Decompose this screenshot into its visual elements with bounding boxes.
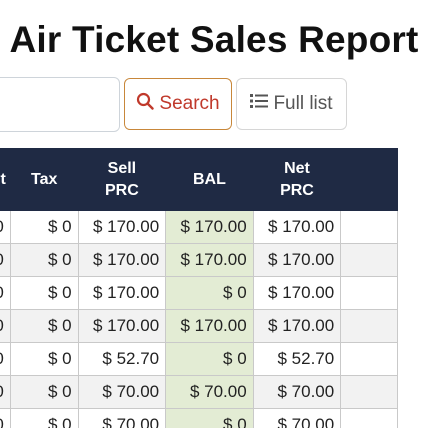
cell-net-prc: $ 70.00 bbox=[252, 408, 342, 428]
cell-bal: $ 170.00 bbox=[165, 210, 254, 244]
page-title: Air Ticket Sales Report bbox=[9, 19, 419, 60]
cell-partial: 00 bbox=[0, 309, 11, 343]
cell-net-prc: $ 170.00 bbox=[252, 276, 342, 310]
cell-net-prc: $ 170.00 bbox=[252, 309, 342, 343]
cell-next bbox=[340, 309, 398, 343]
cell-next bbox=[340, 210, 398, 244]
cell-bal: $ 0 bbox=[165, 276, 254, 310]
search-button[interactable]: Search bbox=[124, 78, 232, 130]
cell-next bbox=[340, 408, 398, 428]
sales-table-container: t Tax Sell PRC BAL Net PRC $ 0 $ 170.00 … bbox=[0, 148, 428, 428]
cell-next bbox=[340, 243, 398, 277]
table-row: 00 $ 0 $ 70.00 $ 70.00 $ 70.00 bbox=[0, 375, 398, 409]
list-icon bbox=[250, 93, 269, 115]
column-header-net-prc: Net PRC bbox=[252, 148, 342, 211]
cell-bal: $ 70.00 bbox=[165, 375, 254, 409]
column-header-sell-prc: Sell PRC bbox=[77, 148, 167, 211]
column-header-next bbox=[340, 148, 398, 211]
table-header-row: t Tax Sell PRC BAL Net PRC bbox=[0, 148, 398, 211]
cell-sell-prc: $ 70.00 bbox=[77, 375, 167, 409]
cell-tax: $ 0 bbox=[9, 408, 79, 428]
column-header-partial: t bbox=[0, 148, 11, 211]
cell-tax: $ 0 bbox=[9, 342, 79, 376]
search-icon bbox=[136, 92, 155, 116]
cell-tax: $ 0 bbox=[9, 309, 79, 343]
table-row: 00 $ 0 $ 170.00 $ 170.00 $ 170.00 bbox=[0, 309, 398, 343]
cell-tax: $ 0 bbox=[9, 210, 79, 244]
column-header-tax: Tax bbox=[9, 148, 79, 211]
cell-sell-prc: $ 170.00 bbox=[77, 243, 167, 277]
cell-partial: 00 bbox=[0, 243, 11, 277]
table-row: 00 $ 0 $ 170.00 $ 170.00 $ 170.00 bbox=[0, 243, 398, 277]
column-header-bal: BAL bbox=[165, 148, 254, 211]
cell-tax: $ 0 bbox=[9, 243, 79, 277]
cell-next bbox=[340, 342, 398, 376]
cell-partial: 70 bbox=[0, 342, 11, 376]
cell-sell-prc: $ 70.00 bbox=[77, 408, 167, 428]
cell-next bbox=[340, 375, 398, 409]
cell-next bbox=[340, 276, 398, 310]
cell-sell-prc: $ 170.00 bbox=[77, 210, 167, 244]
cell-net-prc: $ 170.00 bbox=[252, 243, 342, 277]
search-input[interactable] bbox=[0, 77, 120, 132]
search-button-label: Search bbox=[159, 93, 220, 114]
cell-sell-prc: $ 170.00 bbox=[77, 309, 167, 343]
cell-partial: 00 bbox=[0, 210, 11, 244]
cell-partial: 00 bbox=[0, 276, 11, 310]
cell-bal: $ 0 bbox=[165, 342, 254, 376]
cell-sell-prc: $ 52.70 bbox=[77, 342, 167, 376]
cell-bal: $ 0 bbox=[165, 408, 254, 428]
cell-tax: $ 0 bbox=[9, 276, 79, 310]
sales-table: t Tax Sell PRC BAL Net PRC $ 0 $ 170.00 … bbox=[0, 148, 398, 428]
cell-bal: $ 170.00 bbox=[165, 309, 254, 343]
full-list-button[interactable]: Full list bbox=[236, 78, 347, 130]
cell-tax: $ 0 bbox=[9, 375, 79, 409]
table-row: 70 $ 0 $ 52.70 $ 0 $ 52.70 bbox=[0, 342, 398, 376]
cell-bal: $ 170.00 bbox=[165, 243, 254, 277]
table-row: 00 $ 0 $ 170.00 $ 170.00 $ 170.00 bbox=[0, 210, 398, 244]
cell-net-prc: $ 170.00 bbox=[252, 210, 342, 244]
cell-net-prc: $ 52.70 bbox=[252, 342, 342, 376]
table-row: 00 $ 0 $ 70.00 $ 0 $ 70.00 bbox=[0, 408, 398, 428]
cell-partial: 00 bbox=[0, 408, 11, 428]
cell-sell-prc: $ 170.00 bbox=[77, 276, 167, 310]
cell-net-prc: $ 70.00 bbox=[252, 375, 342, 409]
table-row: 00 $ 0 $ 170.00 $ 0 $ 170.00 bbox=[0, 276, 398, 310]
cell-partial: 00 bbox=[0, 375, 11, 409]
full-list-button-label: Full list bbox=[273, 93, 333, 114]
